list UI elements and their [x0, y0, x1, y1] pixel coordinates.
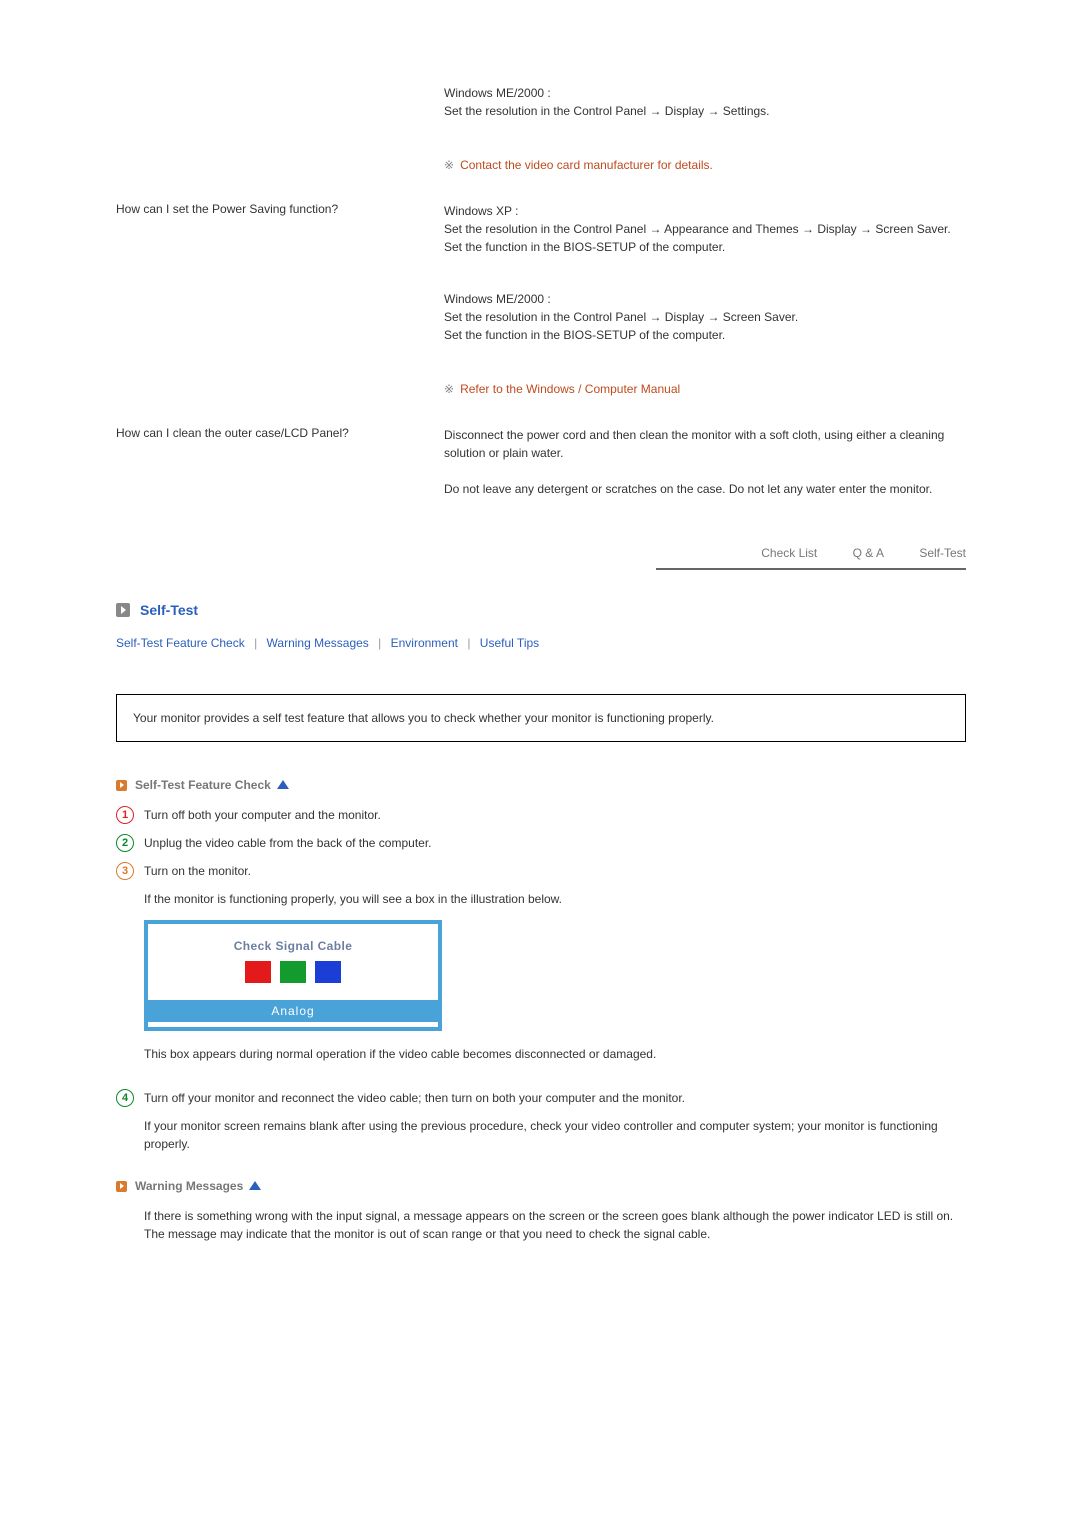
note-text: ※Contact the video card manufacturer for… [444, 156, 966, 174]
green-square-icon [280, 961, 306, 983]
answer-text: Windows XP : [444, 202, 966, 220]
anchor-environment[interactable]: Environment [391, 636, 458, 650]
step-item: 2 Unplug the video cable from the back o… [116, 834, 966, 852]
sub-section-title: Warning Messages [135, 1179, 243, 1193]
answer-text: Do not leave any detergent or scratches … [444, 480, 966, 498]
illustration-title: Check Signal Cable [160, 929, 426, 961]
signal-cable-illustration: Check Signal Cable Analog [144, 920, 442, 1031]
callout-box: Your monitor provides a self test featur… [116, 694, 966, 742]
qa-row: How can I set the Power Saving function?… [116, 202, 966, 398]
sub-section-header: Warning Messages [116, 1179, 966, 1193]
anchor-selftest-check[interactable]: Self-Test Feature Check [116, 636, 245, 650]
separator: | [467, 636, 470, 650]
answer-text: Set the resolution in the Control Panel … [444, 308, 966, 344]
anchor-nav: Self-Test Feature Check | Warning Messag… [116, 636, 966, 650]
qa-table: Windows ME/2000 : Set the resolution in … [116, 84, 966, 498]
step-text: Turn off your monitor and reconnect the … [144, 1089, 966, 1107]
step-text: Turn on the monitor. [144, 862, 966, 880]
separator: | [378, 636, 381, 650]
step-subtext: If your monitor screen remains blank aft… [144, 1117, 966, 1153]
back-to-top-icon[interactable] [249, 1181, 261, 1190]
play-bullet-icon [116, 603, 130, 617]
note-icon: ※ [444, 382, 454, 396]
red-square-icon [245, 961, 271, 983]
step-number-1-icon: 1 [116, 806, 134, 824]
qa-row: How can I clean the outer case/LCD Panel… [116, 426, 966, 498]
step-text: Unplug the video cable from the back of … [144, 834, 966, 852]
manual-page: Windows ME/2000 : Set the resolution in … [0, 0, 1080, 1323]
step-item: 4 Turn off your monitor and reconnect th… [116, 1089, 966, 1107]
anchor-warning-messages[interactable]: Warning Messages [267, 636, 369, 650]
section-header: Self-Test [116, 602, 966, 618]
subnav-qa[interactable]: Q & A [853, 546, 884, 566]
sub-nav: Check List Q & A Self-Test [116, 498, 966, 570]
note-text: ※Refer to the Windows / Computer Manual [444, 380, 966, 398]
sub-section-title: Self-Test Feature Check [135, 778, 271, 792]
answer-text: Set the resolution in the Control Panel … [444, 102, 966, 120]
back-to-top-icon[interactable] [277, 780, 289, 789]
answer-text: Windows ME/2000 : [444, 84, 966, 102]
step-text: Turn off both your computer and the moni… [144, 806, 966, 824]
step-number-3-icon: 3 [116, 862, 134, 880]
note-icon: ※ [444, 158, 454, 172]
answer-text: Disconnect the power cord and then clean… [444, 426, 966, 462]
subnav-selftest[interactable]: Self-Test [919, 546, 966, 566]
step-number-2-icon: 2 [116, 834, 134, 852]
step-subtext: If the monitor is functioning properly, … [144, 890, 966, 908]
qa-row: Windows ME/2000 : Set the resolution in … [116, 84, 966, 174]
question-text: How can I set the Power Saving function? [116, 202, 444, 398]
step-number-4-icon: 4 [116, 1089, 134, 1107]
section-title: Self-Test [140, 602, 198, 618]
play-bullet-small-icon [116, 1181, 127, 1192]
answer-text: Windows ME/2000 : [444, 290, 966, 308]
play-bullet-small-icon [116, 780, 127, 791]
question-text: How can I clean the outer case/LCD Panel… [116, 426, 444, 498]
illustration-bar: Analog [148, 1000, 438, 1022]
steps-list: 1 Turn off both your computer and the mo… [116, 806, 966, 1153]
step-subtext: This box appears during normal operation… [144, 1045, 966, 1063]
sub-section-header: Self-Test Feature Check [116, 778, 966, 792]
warning-body-text: If there is something wrong with the inp… [144, 1207, 966, 1243]
anchor-useful-tips[interactable]: Useful Tips [480, 636, 539, 650]
step-item: 3 Turn on the monitor. [116, 862, 966, 880]
blue-square-icon [315, 961, 341, 983]
answer-text: Set the resolution in the Control Panel … [444, 220, 966, 256]
subnav-checklist[interactable]: Check List [761, 546, 817, 566]
step-item: 1 Turn off both your computer and the mo… [116, 806, 966, 824]
separator: | [254, 636, 257, 650]
divider [656, 568, 966, 570]
